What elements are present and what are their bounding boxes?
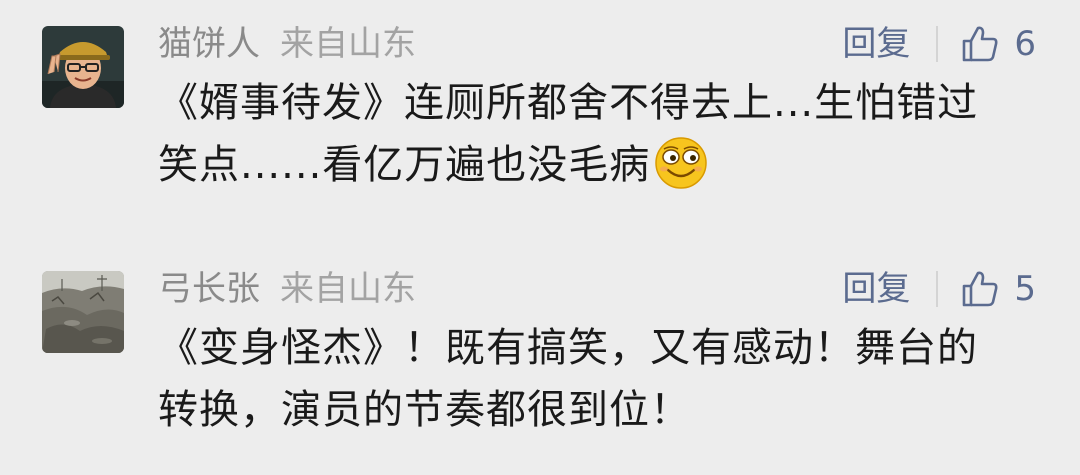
grinning-squint-emoji-icon: [655, 137, 708, 189]
comment-item: 弓长张 来自山东 回复 5 《变身怪杰》！既有搞笑，又有感动！舞台的 转换，演员的…: [0, 245, 1080, 475]
user-avatar[interactable]: [42, 271, 124, 353]
location-label: 来自山东: [280, 24, 416, 64]
rocky-landscape-avatar-icon: [42, 271, 124, 353]
comment-actions: 回复 6: [842, 20, 1036, 68]
location-label: 来自山东: [280, 269, 416, 309]
user-avatar[interactable]: [42, 26, 124, 108]
comment-meta: 弓长张 来自山东: [158, 265, 416, 313]
comment-text: 《变身怪杰》！既有搞笑，又有感动！舞台的 转换，演员的节奏都很到位！: [158, 317, 1038, 441]
comment-text-line-2: 转换，演员的节奏都很到位！: [158, 387, 691, 433]
thumbs-up-icon: [963, 26, 998, 62]
comment-item: 猫饼人 来自山东 回复 6 《婿事待发》连厕所都舍不得去上...生怕错过 笑点..…: [0, 0, 1080, 230]
comment-actions: 回复 5: [842, 265, 1036, 313]
comment-text-line-2: 笑点......看亿万遍也没毛病: [158, 134, 1038, 196]
person-with-cap-avatar-icon: [42, 26, 124, 108]
comment-text-line: 《婿事待发》连厕所都舍不得去上...生怕错过: [158, 80, 979, 126]
comment-meta: 猫饼人 来自山东: [158, 20, 416, 68]
like-count: 5: [1014, 269, 1036, 309]
like-button[interactable]: 5: [960, 265, 1036, 313]
like-button[interactable]: 6: [960, 20, 1036, 68]
comment-text-line-content: 笑点......看亿万遍也没毛病: [158, 142, 651, 188]
author-name[interactable]: 猫饼人: [158, 24, 260, 64]
comment-list: 猫饼人 来自山东 回复 6 《婿事待发》连厕所都舍不得去上...生怕错过 笑点..…: [0, 0, 1080, 475]
action-divider: [936, 271, 939, 307]
comment-text: 《婿事待发》连厕所都舍不得去上...生怕错过 笑点......看亿万遍也没毛病: [158, 72, 1038, 196]
reply-button[interactable]: 回复: [842, 20, 910, 68]
thumbs-up-icon: [963, 271, 998, 307]
action-divider: [936, 26, 939, 62]
reply-button[interactable]: 回复: [842, 265, 910, 313]
author-name[interactable]: 弓长张: [158, 269, 260, 309]
like-count: 6: [1014, 24, 1036, 64]
comment-text-line: 《变身怪杰》！既有搞笑，又有感动！舞台的: [158, 325, 978, 371]
